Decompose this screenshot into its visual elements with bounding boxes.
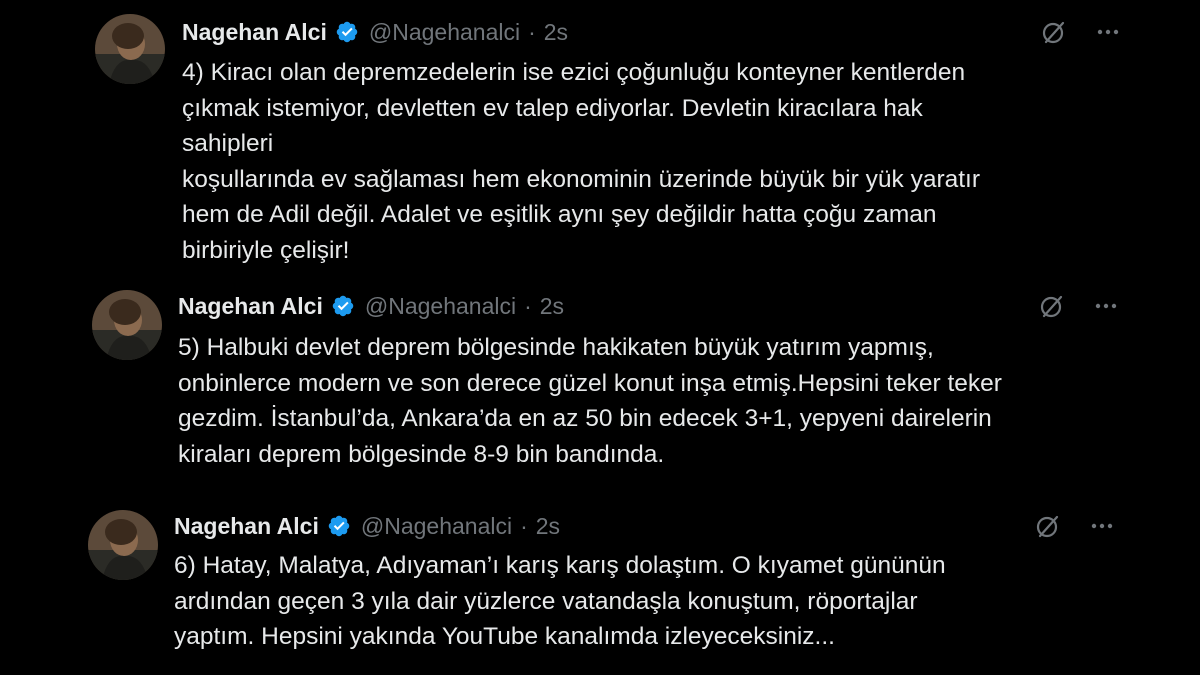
author-name[interactable]: Nagehan Alci: [178, 293, 323, 320]
avatar[interactable]: [88, 510, 158, 580]
verified-badge-icon: [327, 514, 351, 538]
author-handle[interactable]: @Nagehanalci: [369, 19, 520, 46]
more-options-icon[interactable]: [1086, 510, 1118, 542]
tweet-text-line: 4) Kiracı olan depremzedelerin ise ezici…: [182, 59, 966, 86]
more-options-icon[interactable]: [1090, 290, 1122, 322]
separator: ·: [528, 18, 536, 45]
tweet-text-line: çıkmak istemiyor, devletten ev talep edi…: [182, 94, 923, 122]
timestamp[interactable]: 2s: [544, 19, 568, 46]
author-name[interactable]: Nagehan Alci: [174, 513, 319, 540]
avatar[interactable]: [92, 290, 162, 360]
grok-icon[interactable]: [1038, 16, 1070, 48]
tweet-text-line: sahipleri: [182, 130, 274, 157]
tweet-text-line: 6) Hatay, Malatya, Adıyaman’ı karış karı…: [174, 552, 946, 579]
tweet-text-line: gezdim. İstanbul’da, Ankara’da en az 50 …: [178, 405, 992, 432]
grok-icon[interactable]: [1036, 290, 1068, 322]
timestamp[interactable]: 2s: [536, 513, 560, 540]
tweet-header: Nagehan Alci @Nagehanalci · 2s: [174, 508, 560, 544]
tweet-header: Nagehan Alci @Nagehanalci · 2s: [178, 288, 564, 324]
tweet-text-line: ardından geçen 3 yıla dair yüzlerce vata…: [174, 587, 918, 615]
tweet-text-line: onbinlerce modern ve son derece güzel ko…: [178, 369, 1002, 397]
tweet-text-line: 5) Halbuki devlet deprem bölgesinde haki…: [178, 334, 934, 361]
grok-icon[interactable]: [1032, 510, 1064, 542]
tweet-text: 5) Halbuki devlet deprem bölgesinde haki…: [178, 330, 1002, 472]
tweet-header: Nagehan Alci @Nagehanalci · 2s: [182, 14, 568, 50]
tweet-text: 4) Kiracı olan depremzedelerin ise ezici…: [182, 55, 980, 268]
separator: ·: [524, 292, 532, 319]
author-handle[interactable]: @Nagehanalci: [361, 513, 512, 540]
tweet-actions: [1038, 14, 1124, 50]
author-handle[interactable]: @Nagehanalci: [365, 293, 516, 320]
avatar[interactable]: [95, 14, 165, 84]
tweet-actions: [1036, 288, 1122, 324]
more-options-icon[interactable]: [1092, 16, 1124, 48]
tweet-text-line: yaptım. Hepsini yakında YouTube kanalımd…: [174, 623, 835, 650]
tweet-text-line: birbiriyle çelişir!: [182, 236, 350, 264]
tweet-text-line: kiraları deprem bölgesinde 8-9 bin bandı…: [178, 440, 665, 468]
tweet-text-line: hem de Adil değil. Adalet ve eşitlik ayn…: [182, 201, 937, 228]
verified-badge-icon: [335, 20, 359, 44]
author-name[interactable]: Nagehan Alci: [182, 19, 327, 46]
tweet-actions: [1032, 508, 1118, 544]
timestamp[interactable]: 2s: [540, 293, 564, 320]
verified-badge-icon: [331, 294, 355, 318]
separator: ·: [520, 512, 528, 539]
tweet-text: 6) Hatay, Malatya, Adıyaman’ı karış karı…: [174, 548, 946, 655]
tweet-text-line: koşullarında ev sağlaması hem ekonominin…: [182, 165, 981, 193]
